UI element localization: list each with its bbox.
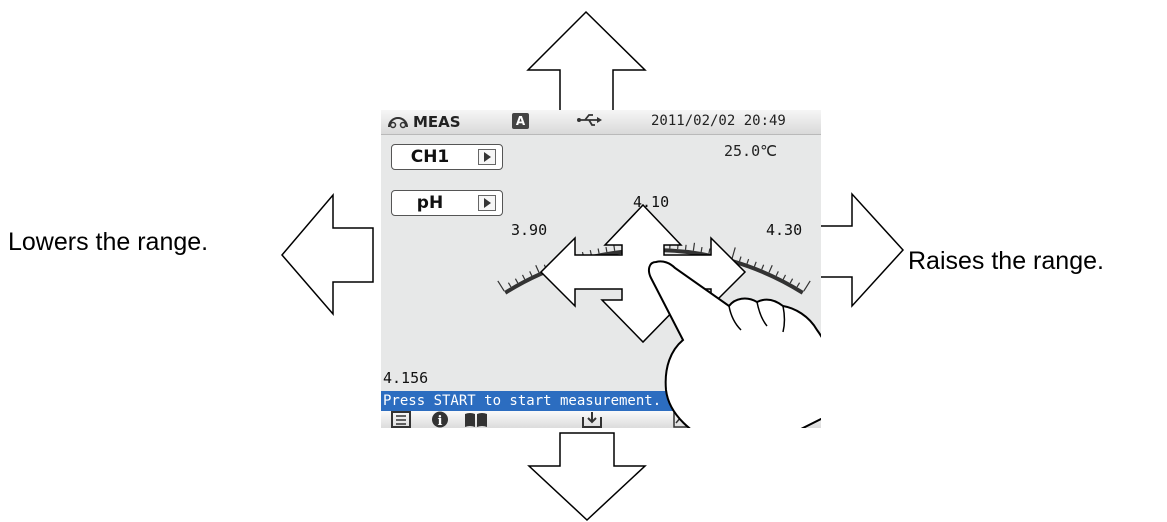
raises-range-annotation: Raises the range. (908, 247, 1104, 275)
pointing-hand-icon (647, 260, 821, 428)
meter-screen[interactable]: MEAS A 2011/02/02 20:49 CH1 pH 25.0℃ 3.9… (381, 110, 821, 428)
lowers-range-annotation: Lowers the range. (8, 228, 209, 256)
